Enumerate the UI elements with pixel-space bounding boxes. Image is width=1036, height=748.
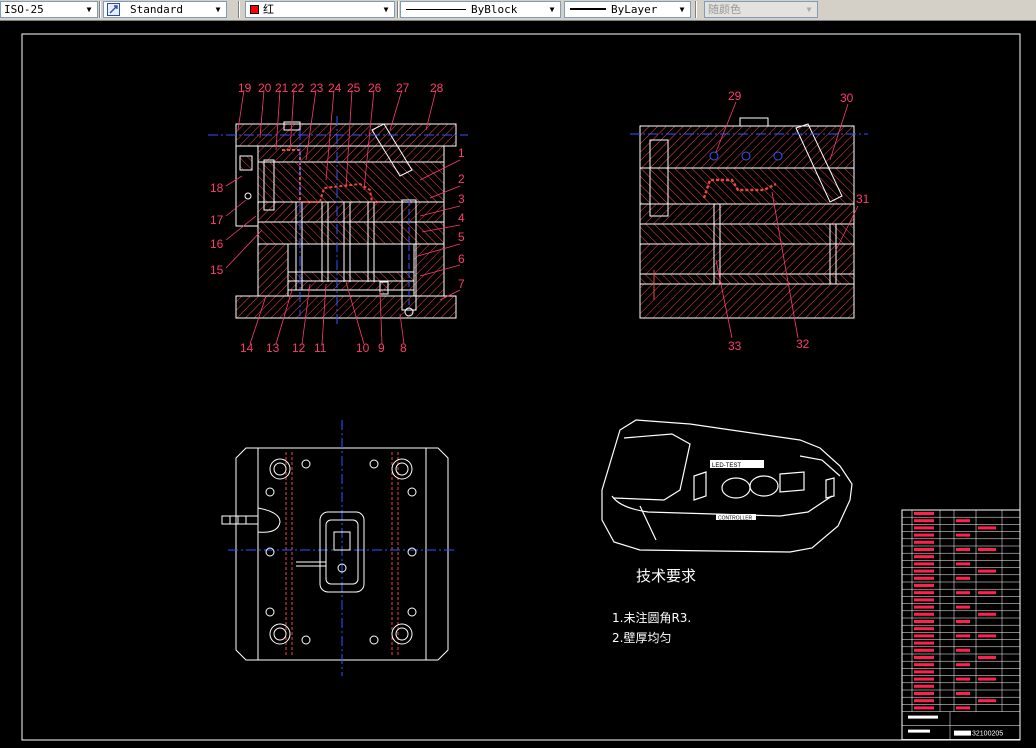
callout-7: 7 xyxy=(458,277,465,291)
callout-14: 14 xyxy=(240,341,254,355)
color-swatch-icon xyxy=(250,5,259,14)
plan-view xyxy=(221,420,456,676)
textstyle-value: Standard xyxy=(130,3,183,16)
section-view-a xyxy=(208,116,468,326)
callout-28: 28 xyxy=(430,81,444,95)
tech-item-2: 2.壁厚均匀 xyxy=(612,630,671,645)
chevron-down-icon[interactable]: ▼ xyxy=(676,3,688,16)
callout-22: 22 xyxy=(291,81,305,95)
callout-19: 19 xyxy=(238,81,252,95)
toolbar-separator xyxy=(397,1,399,18)
bom-title-block: 32100205 xyxy=(901,509,1021,741)
textstyle-combo[interactable]: Standard ▼ xyxy=(103,1,227,18)
plotstyle-value: 随颜色 xyxy=(708,3,741,16)
callout-24: 24 xyxy=(328,81,342,95)
callout-13: 13 xyxy=(266,341,280,355)
lineweight-combo[interactable]: ByLayer ▼ xyxy=(564,1,691,18)
chevron-down-icon: ▼ xyxy=(806,5,812,14)
color-combo[interactable]: 红 ▼ xyxy=(245,1,395,18)
chevron-down-icon[interactable]: ▼ xyxy=(212,3,224,16)
callout-4: 4 xyxy=(458,211,465,225)
callout-32: 32 xyxy=(796,337,810,351)
product-3d-view: LED-TEST CONTROLLER xyxy=(601,419,853,553)
technical-requirements: 技术要求 1.未注圆角R3. 2.壁厚均匀 xyxy=(612,567,696,645)
callout-1: 1 xyxy=(458,146,465,160)
callout-27: 27 xyxy=(396,81,410,95)
callout-15: 15 xyxy=(210,263,224,277)
chevron-down-icon[interactable]: ▼ xyxy=(380,3,392,16)
callout-9: 9 xyxy=(378,341,385,355)
toolbar-separator xyxy=(695,1,697,18)
dimstyle-value: ISO-25 xyxy=(4,3,44,16)
callout-3: 3 xyxy=(458,192,465,206)
lineweight-value: ByLayer xyxy=(611,3,658,16)
linetype-preview xyxy=(406,9,466,10)
toolbar-separator xyxy=(238,1,240,18)
callout-11: 11 xyxy=(314,341,327,355)
callout-33: 33 xyxy=(728,339,742,353)
callout-2: 2 xyxy=(458,172,465,186)
properties-toolbar: ISO-25 ▼ Standard ▼ 红 ▼ ByBlock ▼ ByLaye… xyxy=(0,0,1036,21)
part-badge-bottom: CONTROLLER xyxy=(718,516,753,522)
callout-25: 25 xyxy=(347,81,361,95)
callout-29: 29 xyxy=(728,89,742,103)
dimstyle-combo[interactable]: ISO-25 ▼ xyxy=(0,1,98,18)
callout-10: 10 xyxy=(356,341,370,355)
chevron-down-icon[interactable]: ▼ xyxy=(546,3,558,16)
section-view-b xyxy=(630,117,868,319)
linetype-combo[interactable]: ByBlock ▼ xyxy=(400,1,561,18)
callout-8: 8 xyxy=(400,341,407,355)
drawing-canvas[interactable]: 19 20 21 22 23 24 25 26 27 28 1 2 3 4 5 … xyxy=(0,20,1036,743)
callout-16: 16 xyxy=(210,237,224,251)
lineweight-preview xyxy=(570,8,606,10)
callout-12: 12 xyxy=(292,341,306,355)
callout-6: 6 xyxy=(458,252,465,266)
callout-17: 17 xyxy=(210,213,224,227)
callout-26: 26 xyxy=(368,81,382,95)
toolbar-separator xyxy=(99,1,101,18)
callout-30: 30 xyxy=(840,91,854,105)
plotstyle-combo: 随颜色 ▼ xyxy=(704,1,818,18)
callout-31: 31 xyxy=(856,192,870,206)
tech-title: 技术要求 xyxy=(636,567,696,585)
callout-20: 20 xyxy=(258,81,272,95)
chevron-down-icon[interactable]: ▼ xyxy=(83,3,95,16)
part-badge-top: LED-TEST xyxy=(712,463,741,469)
drawing-border xyxy=(21,33,1021,741)
callout-5: 5 xyxy=(458,230,465,244)
tech-item-1: 1.未注圆角R3. xyxy=(612,610,691,625)
callout-21: 21 xyxy=(275,81,289,95)
drawing-number: 32100205 xyxy=(972,731,1003,738)
color-value: 红 xyxy=(263,3,274,16)
linetype-value: ByBlock xyxy=(471,3,518,16)
text-style-icon xyxy=(107,3,120,16)
callout-18: 18 xyxy=(210,181,224,195)
callout-23: 23 xyxy=(310,81,324,95)
